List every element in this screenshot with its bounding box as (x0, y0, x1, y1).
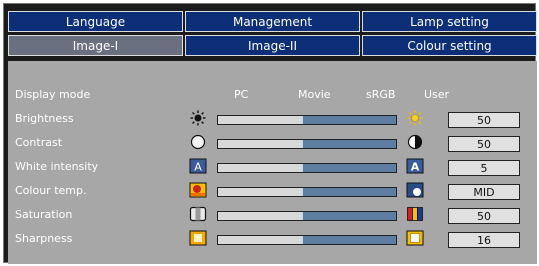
saturation-label: Saturation (15, 208, 73, 221)
tab-lamp-setting[interactable]: Lamp setting (362, 11, 537, 32)
colour-temp-slider-fill (218, 188, 304, 196)
tab-management[interactable]: Management (185, 11, 360, 32)
svg-text:A: A (194, 161, 202, 174)
brightness-high-icon (407, 110, 423, 126)
saturation-slider[interactable] (217, 211, 397, 221)
saturation-slider-fill (218, 212, 304, 220)
tab-language[interactable]: Language (8, 11, 183, 32)
contrast-value: 50 (448, 136, 520, 152)
saturation-low-icon (189, 206, 207, 222)
colour-temp-label: Colour temp. (15, 184, 87, 197)
brightness-label: Brightness (15, 112, 74, 125)
tab-image-i[interactable]: Image-I (8, 35, 183, 56)
mode-option-movie[interactable]: Movie (298, 88, 331, 101)
white-intensity-slider-fill (218, 164, 304, 172)
mode-option-pc[interactable]: PC (234, 88, 248, 101)
tab-image-ii[interactable]: Image-II (185, 35, 360, 56)
mode-option-user[interactable]: User (424, 88, 449, 101)
display-mode-label: Display mode (15, 88, 91, 101)
colour-temp-warm-icon (189, 182, 207, 198)
contrast-label: Contrast (15, 136, 63, 149)
colour-temp-cool-icon (406, 182, 424, 198)
sharpness-high-icon (406, 230, 424, 246)
contrast-high-icon (407, 134, 423, 150)
svg-text:A: A (411, 161, 420, 174)
white-intensity-label: White intensity (15, 160, 99, 173)
tab-colour-setting[interactable]: Colour setting (362, 35, 537, 56)
white-intensity-value: 5 (448, 160, 520, 176)
contrast-low-icon (190, 134, 206, 150)
sharpness-value: 16 (448, 232, 520, 248)
contrast-slider[interactable] (217, 139, 397, 149)
osd-window: Language Management Lamp setting Image-I… (3, 3, 537, 264)
brightness-slider[interactable] (217, 115, 397, 125)
brightness-slider-fill (218, 116, 304, 124)
white-intensity-slider[interactable] (217, 163, 397, 173)
top-tab-bar: Language Management Lamp setting (8, 11, 537, 32)
colour-temp-value: MID (448, 184, 520, 200)
mode-option-srgb[interactable]: sRGB (366, 88, 395, 101)
brightness-low-icon (190, 110, 206, 126)
colour-temp-slider[interactable] (217, 187, 397, 197)
white-intensity-high-icon: A (406, 158, 424, 174)
white-intensity-low-icon: A (189, 158, 207, 174)
sharpness-label: Sharpness (15, 232, 73, 245)
contrast-slider-fill (218, 140, 304, 148)
sharpness-slider-fill (218, 236, 304, 244)
brightness-value: 50 (448, 112, 520, 128)
saturation-value: 50 (448, 208, 520, 224)
settings-panel: Display mode PC Movie sRGB User Brightne… (8, 61, 537, 264)
saturation-high-icon (407, 207, 423, 221)
sharpness-slider[interactable] (217, 235, 397, 245)
sharpness-low-icon (189, 230, 207, 246)
second-tab-bar: Image-I Image-II Colour setting (8, 35, 537, 56)
